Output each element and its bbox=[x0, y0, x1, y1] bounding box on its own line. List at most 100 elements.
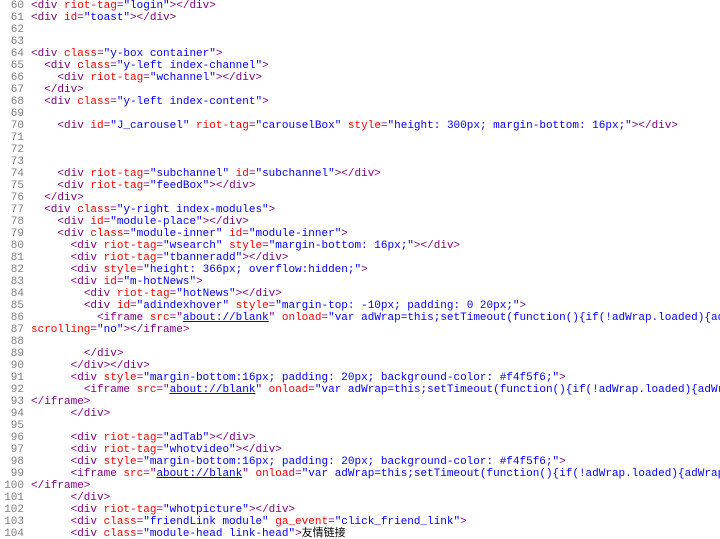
line-content[interactable]: </div></div> bbox=[27, 360, 150, 372]
code-line[interactable]: 92 <iframe src="about://blank" onload="v… bbox=[0, 384, 720, 396]
line-content[interactable]: <div style="height: 366px; overflow:hidd… bbox=[27, 264, 368, 276]
line-number: 73 bbox=[0, 156, 27, 168]
line-content[interactable]: <div id="module-place"></div> bbox=[27, 216, 249, 228]
line-content[interactable]: <div class="friendLink module" ga_event=… bbox=[27, 516, 467, 528]
code-line[interactable]: 82 <div style="height: 366px; overflow:h… bbox=[0, 264, 720, 276]
line-number: 69 bbox=[0, 108, 27, 120]
code-line[interactable]: 74 <div riot-tag="subchannel" id="subcha… bbox=[0, 168, 720, 180]
code-line[interactable]: 70 <div id="J_carousel" riot-tag="carous… bbox=[0, 120, 720, 132]
line-number: 80 bbox=[0, 240, 27, 252]
line-content[interactable]: <iframe src="about://blank" onload="var … bbox=[27, 468, 720, 480]
line-content[interactable]: <iframe src="about://blank" onload="var … bbox=[27, 384, 720, 396]
code-line[interactable]: 88 bbox=[0, 336, 720, 348]
line-content[interactable]: </iframe> bbox=[27, 480, 90, 492]
line-number: 89 bbox=[0, 348, 27, 360]
code-line[interactable]: 69 bbox=[0, 108, 720, 120]
line-number: 79 bbox=[0, 228, 27, 240]
code-line[interactable]: 95 bbox=[0, 420, 720, 432]
line-number: 62 bbox=[0, 24, 27, 36]
line-content[interactable]: <div id="toast"></div> bbox=[27, 12, 176, 24]
line-content[interactable]: <div riot-tag="wsearch" style="margin-bo… bbox=[27, 240, 460, 252]
line-content[interactable]: </div> bbox=[27, 408, 110, 420]
code-line[interactable]: 104 <div class="module-head link-head">友… bbox=[0, 528, 720, 539]
line-content[interactable]: <div riot-tag="adTab"></div> bbox=[27, 432, 255, 444]
line-number: 76 bbox=[0, 192, 27, 204]
line-content[interactable] bbox=[27, 36, 31, 48]
line-content[interactable]: </iframe> bbox=[27, 396, 90, 408]
code-line[interactable]: 77 <div class="y-right index-modules"> bbox=[0, 204, 720, 216]
line-content[interactable]: <div id="J_carousel" riot-tag="carouselB… bbox=[27, 120, 678, 132]
line-content[interactable]: <div class="y-left index-channel"> bbox=[27, 60, 269, 72]
code-line[interactable]: 62 bbox=[0, 24, 720, 36]
code-line[interactable]: 97 <div riot-tag="whotvideo"></div> bbox=[0, 444, 720, 456]
line-content[interactable]: <div style="margin-bottom:16px; padding:… bbox=[27, 372, 566, 384]
line-content[interactable]: <div riot-tag="feedBox"></div> bbox=[27, 180, 255, 192]
code-line[interactable]: 76 </div> bbox=[0, 192, 720, 204]
code-line[interactable]: 87scrolling="no"></iframe> bbox=[0, 324, 720, 336]
code-editor[interactable]: 60<div riot-tag="login"></div>61<div id=… bbox=[0, 0, 720, 539]
code-line[interactable]: 63 bbox=[0, 36, 720, 48]
code-line[interactable]: 90 </div></div> bbox=[0, 360, 720, 372]
line-content[interactable]: <div riot-tag="hotNews"></div> bbox=[27, 288, 282, 300]
code-line[interactable]: 85 <div id="adindexhover" style="margin-… bbox=[0, 300, 720, 312]
code-line[interactable]: 91 <div style="margin-bottom:16px; paddi… bbox=[0, 372, 720, 384]
line-content[interactable] bbox=[27, 132, 31, 144]
code-line[interactable]: 96 <div riot-tag="adTab"></div> bbox=[0, 432, 720, 444]
code-line[interactable]: 75 <div riot-tag="feedBox"></div> bbox=[0, 180, 720, 192]
code-line[interactable]: 67 </div> bbox=[0, 84, 720, 96]
line-content[interactable] bbox=[27, 156, 31, 168]
code-line[interactable]: 99 <iframe src="about://blank" onload="v… bbox=[0, 468, 720, 480]
line-number: 66 bbox=[0, 72, 27, 84]
code-line[interactable]: 100</iframe> bbox=[0, 480, 720, 492]
line-content[interactable]: <div class="y-left index-content"> bbox=[27, 96, 269, 108]
code-line[interactable]: 89 </div> bbox=[0, 348, 720, 360]
code-line[interactable]: 61<div id="toast"></div> bbox=[0, 12, 720, 24]
code-line[interactable]: 79 <div class="module-inner" id="module-… bbox=[0, 228, 720, 240]
line-content[interactable]: <div riot-tag="whotpicture"></div> bbox=[27, 504, 295, 516]
line-content[interactable]: </div> bbox=[27, 348, 123, 360]
code-line[interactable]: 83 <div id="m-hotNews"> bbox=[0, 276, 720, 288]
code-line[interactable]: 101 </div> bbox=[0, 492, 720, 504]
code-line[interactable]: 60<div riot-tag="login"></div> bbox=[0, 0, 720, 12]
line-content[interactable]: </div> bbox=[27, 192, 84, 204]
code-line[interactable]: 71 bbox=[0, 132, 720, 144]
line-content[interactable]: </div> bbox=[27, 84, 84, 96]
line-content[interactable]: <div class="y-box container"> bbox=[27, 48, 222, 60]
code-line[interactable]: 72 bbox=[0, 144, 720, 156]
line-content[interactable]: <div class="y-right index-modules"> bbox=[27, 204, 275, 216]
line-content[interactable] bbox=[27, 144, 31, 156]
line-content[interactable]: <div style="margin-bottom:16px; padding:… bbox=[27, 456, 566, 468]
code-line[interactable]: 78 <div id="module-place"></div> bbox=[0, 216, 720, 228]
line-content[interactable]: </div> bbox=[27, 492, 110, 504]
line-content[interactable]: <div id="adindexhover" style="margin-top… bbox=[27, 300, 526, 312]
line-content[interactable]: <div class="module-head link-head">友情链接 bbox=[27, 528, 346, 539]
code-line[interactable]: 94 </div> bbox=[0, 408, 720, 420]
code-line[interactable]: 102 <div riot-tag="whotpicture"></div> bbox=[0, 504, 720, 516]
line-number: 87 bbox=[0, 324, 27, 336]
code-line[interactable]: 64<div class="y-box container"> bbox=[0, 48, 720, 60]
code-line[interactable]: 80 <div riot-tag="wsearch" style="margin… bbox=[0, 240, 720, 252]
code-line[interactable]: 93</iframe> bbox=[0, 396, 720, 408]
line-content[interactable]: <div class="module-inner" id="module-inn… bbox=[27, 228, 348, 240]
code-line[interactable]: 84 <div riot-tag="hotNews"></div> bbox=[0, 288, 720, 300]
line-content[interactable]: <div riot-tag="wchannel"></div> bbox=[27, 72, 262, 84]
line-content[interactable]: <div riot-tag="subchannel" id="subchanne… bbox=[27, 168, 381, 180]
code-line[interactable]: 103 <div class="friendLink module" ga_ev… bbox=[0, 516, 720, 528]
code-line[interactable]: 81 <div riot-tag="tbanneradd"></div> bbox=[0, 252, 720, 264]
code-line[interactable]: 86 <iframe src="about://blank" onload="v… bbox=[0, 312, 720, 324]
line-content[interactable]: <div riot-tag="login"></div> bbox=[27, 0, 216, 12]
line-content[interactable] bbox=[27, 24, 31, 36]
line-content[interactable]: scrolling="no"></iframe> bbox=[27, 324, 189, 336]
code-line[interactable]: 66 <div riot-tag="wchannel"></div> bbox=[0, 72, 720, 84]
code-line[interactable]: 65 <div class="y-left index-channel"> bbox=[0, 60, 720, 72]
code-line[interactable]: 68 <div class="y-left index-content"> bbox=[0, 96, 720, 108]
line-content[interactable] bbox=[27, 108, 31, 120]
line-content[interactable]: <div riot-tag="tbanneradd"></div> bbox=[27, 252, 288, 264]
line-content[interactable] bbox=[27, 336, 31, 348]
code-line[interactable]: 73 bbox=[0, 156, 720, 168]
line-content[interactable]: <iframe src="about://blank" onload="var … bbox=[27, 312, 720, 324]
line-content[interactable] bbox=[27, 420, 31, 432]
code-line[interactable]: 98 <div style="margin-bottom:16px; paddi… bbox=[0, 456, 720, 468]
line-content[interactable]: <div riot-tag="whotvideo"></div> bbox=[27, 444, 282, 456]
line-content[interactable]: <div id="m-hotNews"> bbox=[27, 276, 203, 288]
